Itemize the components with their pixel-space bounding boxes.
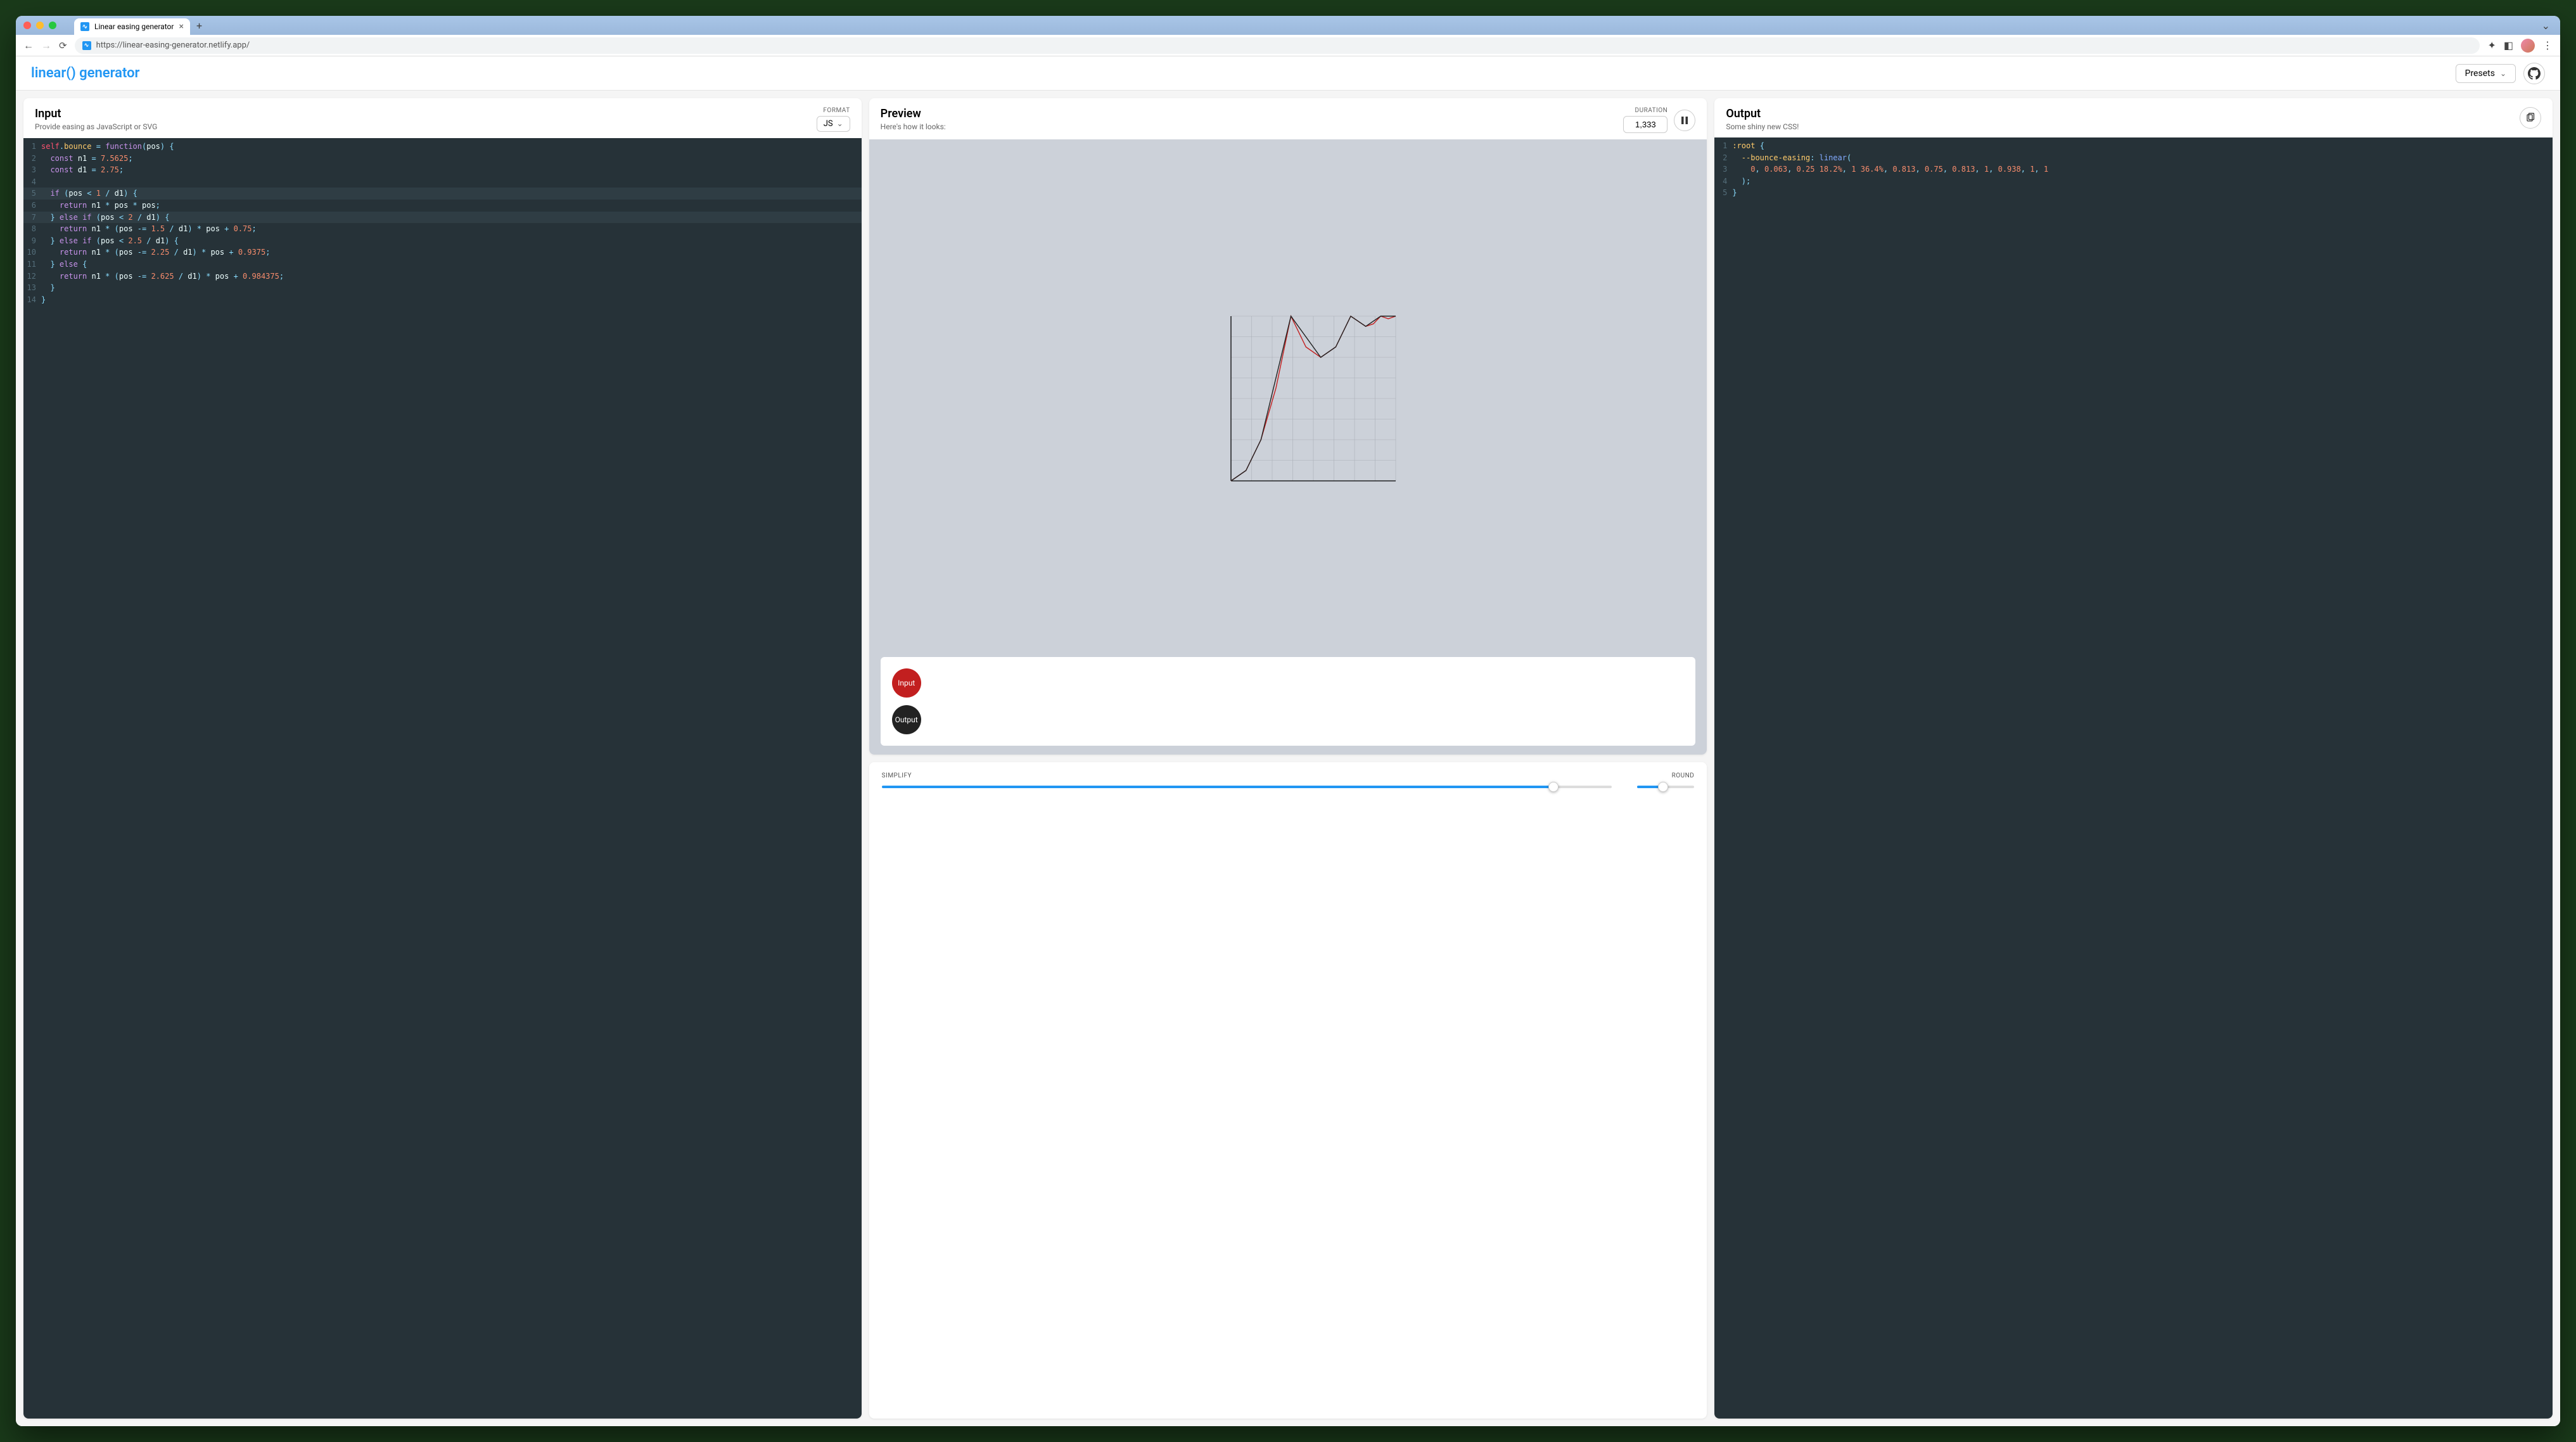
graph-area [869,139,1707,657]
chevron-down-icon [2500,68,2506,79]
copy-icon [2525,113,2535,123]
preview-panel-title: Preview [881,107,946,120]
site-favicon: ∿ [82,41,91,50]
tab-favicon: ∿ [80,22,89,31]
profile-avatar[interactable] [2521,39,2535,53]
duration-input[interactable] [1623,116,1667,133]
input-ball: Input [892,668,921,698]
simplify-slider[interactable] [882,786,1612,788]
output-panel-header: Output Some shiny new CSS! [1714,98,2553,137]
round-slider[interactable] [1637,786,1694,788]
tabs-overflow-icon[interactable]: ⌄ [2542,20,2553,32]
preview-panel-subtitle: Here's how it looks: [881,122,946,131]
browser-menu-icon[interactable]: ⋮ [2542,39,2553,51]
simplify-control: SIMPLIFY [882,772,1612,788]
input-panel: Input Provide easing as JavaScript or SV… [23,98,862,1419]
format-control: FORMAT JS [817,107,850,132]
url-text: https://linear-easing-generator.netlify.… [96,41,250,50]
chevron-down-icon [837,119,843,129]
pause-icon [1680,116,1689,125]
main-content: Input Provide easing as JavaScript or SV… [16,91,2560,1426]
app-header: linear() generator Presets [16,56,2560,91]
tab-title: Linear easing generator [94,22,174,31]
copy-button[interactable] [2520,107,2541,129]
extensions-icon[interactable]: ✦ [2487,39,2496,51]
input-panel-header: Input Provide easing as JavaScript or SV… [23,98,862,138]
round-control: ROUND [1637,772,1694,788]
preview-column: Preview Here's how it looks: DURATION [869,98,1707,1419]
panel-icon[interactable]: ◧ [2504,39,2513,51]
duration-label: DURATION [1623,107,1667,114]
output-panel-subtitle: Some shiny new CSS! [1726,122,1799,131]
format-select[interactable]: JS [817,116,850,132]
input-panel-subtitle: Provide easing as JavaScript or SVG [35,122,157,131]
traffic-lights [23,22,56,29]
format-label: FORMAT [817,107,850,114]
titlebar: ∿ Linear easing generator × + ⌄ [16,16,2560,35]
preview-panel-header: Preview Here's how it looks: DURATION [869,98,1707,139]
presets-label: Presets [2465,68,2495,79]
url-toolbar: ← → ⟳ ∿ https://linear-easing-generator.… [16,35,2560,56]
output-ball: Output [892,705,921,734]
controls-row: SIMPLIFY ROUND [869,762,1707,801]
play-pause-button[interactable] [1674,110,1695,131]
preview-panel: Preview Here's how it looks: DURATION [869,98,1707,755]
forward-button[interactable]: → [41,39,51,52]
duration-control: DURATION [1623,107,1667,133]
output-panel: Output Some shiny new CSS! 1:root {2 --b… [1714,98,2553,1419]
github-link[interactable] [2523,63,2545,84]
new-tab-button[interactable]: + [190,16,208,35]
app-title: linear() generator [31,65,139,81]
minimize-window-button[interactable] [36,22,44,29]
browser-window: ∿ Linear easing generator × + ⌄ ← → ⟳ ∿ … [16,16,2560,1426]
output-panel-title: Output [1726,107,1799,120]
slider-thumb[interactable] [1658,782,1668,792]
reload-button[interactable]: ⟳ [59,40,67,51]
slider-thumb[interactable] [1548,782,1559,792]
close-window-button[interactable] [23,22,31,29]
controls-panel: SIMPLIFY ROUND [869,762,1707,1419]
tab-close-icon[interactable]: × [179,22,183,32]
browser-tabs: ∿ Linear easing generator × + [74,16,208,35]
easing-graph [1174,303,1402,494]
browser-tab[interactable]: ∿ Linear easing generator × [74,18,190,35]
back-button[interactable]: ← [23,39,34,52]
round-label: ROUND [1637,772,1694,779]
github-icon [2528,67,2541,80]
input-code-editor[interactable]: 1self.bounce = function(pos) {2 const n1… [23,138,862,1419]
format-value: JS [824,119,833,129]
animation-card: Input Output [881,657,1696,746]
output-code-view[interactable]: 1:root {2 --bounce-easing: linear(3 0, 0… [1714,137,2553,1419]
preview-body: Input Output [869,139,1707,755]
presets-dropdown[interactable]: Presets [2456,64,2516,83]
input-panel-title: Input [35,107,157,120]
address-bar[interactable]: ∿ https://linear-easing-generator.netlif… [75,37,2480,54]
maximize-window-button[interactable] [49,22,56,29]
simplify-label: SIMPLIFY [882,772,1612,779]
